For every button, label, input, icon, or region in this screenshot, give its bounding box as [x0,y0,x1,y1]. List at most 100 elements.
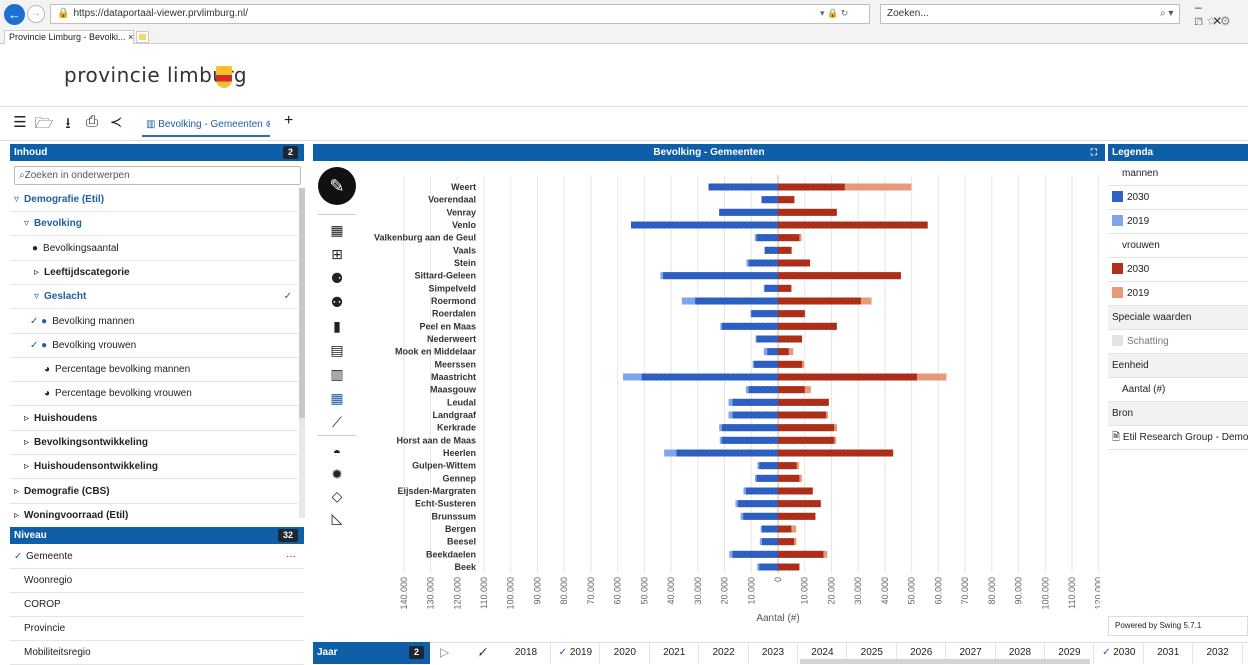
niveau-item-label: Gemeente [26,551,73,562]
line-chart-icon[interactable]: ⟋ [324,414,350,431]
close-icon[interactable]: ⊗ [266,119,270,130]
filter-check-icon[interactable]: ✓ [284,285,292,309]
browser-tools-icon[interactable]: ⌂☆⚙ [1196,14,1234,28]
menu-icon[interactable]: ☰ [10,113,30,131]
tree-item[interactable]: ▿ Bevolking [10,212,298,237]
category-label: Peel en Maas [419,321,476,331]
niveau-item[interactable]: COROP [10,593,304,617]
year-item[interactable]: 2032 [1194,642,1243,664]
niveau-item[interactable]: Provincie [10,617,304,641]
address-bar[interactable]: 🔒 https://dataportaal-viewer.prvlimburg.n… [50,4,870,24]
edit-pencil-icon[interactable]: ✎ [318,167,356,205]
category-label: Maastricht [431,372,476,382]
niveau-item[interactable]: Mobiliteitsregio [10,641,304,665]
tree-scrollbar-thumb[interactable] [299,188,305,418]
legend-item-men-2030[interactable]: 2030 [1108,186,1248,210]
multi-select-icon[interactable]: ✓̸ [478,646,487,659]
tree-item[interactable]: ● Bevolkingsaantal [10,237,298,261]
year-item[interactable]: 2018 [502,642,551,664]
tree-item-marker: ▿ [34,291,40,303]
tag-icon[interactable]: ◇ [324,488,350,505]
year-item[interactable]: 2031 [1144,642,1194,664]
bar-men-2030 [663,272,778,280]
year-item[interactable]: 2022 [700,642,749,664]
tree-item[interactable]: ▹ Demografie (CBS) [10,480,298,504]
bar-men-2030 [756,335,778,343]
niveau-item[interactable]: Woonregio [10,569,304,593]
forward-arrow-icon[interactable]: → [27,5,45,23]
bar-men-2030 [641,373,778,381]
share-icon[interactable]: ≺ [106,113,126,131]
more-icon[interactable]: ··· [286,545,296,569]
legend-item-women-2019[interactable]: 2019 [1108,282,1248,306]
tree-item-marker: ▿ [24,218,30,230]
x-tick-label: 120.000 [452,577,462,610]
new-tab-icon[interactable] [136,31,149,43]
bar-women-2030 [778,500,821,508]
year-count-badge: 2 [408,646,424,659]
tree-item-label: Geslacht [44,291,87,303]
niveau-item-label: Provincie [24,623,66,634]
bar-men-2030 [751,310,778,318]
print-icon[interactable]: ⎙ [82,113,102,130]
year-item[interactable]: 2021 [650,642,700,664]
legend-source[interactable]: 🗎 Etil Research Group - Demog [1108,426,1248,450]
tree-item[interactable]: ▿ Demografie (Etil) [10,188,298,212]
category-label: Nederweert [427,334,476,344]
year-item[interactable]: 2020 [601,642,650,664]
add-tab-button[interactable]: + [284,112,293,130]
gear-icon[interactable]: ✹ [324,466,350,483]
scatter-chart-icon[interactable]: ⚉ [324,294,350,311]
table-icon[interactable]: ▦ [324,222,350,239]
stacked-bar-icon[interactable]: ▤ [324,342,350,359]
year-label: 2019 [569,647,593,658]
timeline-scrollbar[interactable] [800,659,1090,664]
tree-item[interactable]: ✓ ● Bevolking mannen [10,310,298,334]
download-icon[interactable]: ⭳ [58,113,78,138]
column-chart-icon[interactable]: ▥ [324,366,350,383]
year-item[interactable]: ✓ 2019 [551,642,601,664]
tree-item[interactable]: ▿ Geslacht ✓ [10,285,298,310]
tree-item[interactable]: ◕ Percentage bevolking vrouwen [10,382,298,407]
bar-women-2030 [778,563,800,571]
category-label: Beesel [447,537,476,547]
search-icon[interactable]: ⌕ ▾ [1160,8,1173,19]
bar-women-2030 [778,373,917,381]
pivot-table-icon[interactable]: ⊞ [324,246,350,263]
tree-item-marker: ▹ [34,266,40,278]
tree-item[interactable]: ▹ Bevolkingsontwikkeling [10,431,298,455]
bar-women-2030 [778,360,803,368]
year-item[interactable]: ✓ 2030 [1095,642,1144,664]
tree-item[interactable]: ▹ Huishoudensontwikkeling [10,455,298,480]
legend-header: Legenda [1108,144,1248,161]
bubble-chart-icon[interactable]: ⚈ [324,270,350,287]
tree-item[interactable]: ▹ Leeftijdscategorie [10,261,298,285]
bar-chart-icon[interactable]: ▮ [324,318,350,335]
legend-item-men-2019[interactable]: 2019 [1108,210,1248,234]
tree-item[interactable]: ◕ Percentage bevolking mannen [10,358,298,383]
expand-icon[interactable]: ⛶ [1091,144,1097,161]
tree-item[interactable]: ▹ Woningvoorraad (Etil) [10,504,298,528]
niveau-item[interactable]: ✓ Gemeente ··· [10,545,304,569]
palette-icon[interactable]: ◓ [324,444,350,460]
legend-item-women-2030[interactable]: 2030 [1108,258,1248,282]
back-arrow-icon[interactable]: ← [4,4,25,25]
document-tab-label: Bevolking - Gemeenten [158,119,263,130]
topic-search-input[interactable]: ⌕Zoeken in onderwerpen [14,166,301,185]
category-label: Sittard-Geleen [414,271,476,281]
open-folder-icon[interactable]: 🗁 [34,113,54,138]
tree-item[interactable]: ✓ ● Bevolking vrouwen [10,334,298,358]
document-tab[interactable]: ▥ Bevolking - Gemeenten ⊗ [142,113,270,137]
triangle-ruler-icon[interactable]: ◺ [324,510,350,527]
tree-item-label: Percentage bevolking vrouwen [55,388,192,400]
play-icon[interactable]: ▷ [440,645,449,659]
pyramid-chart-icon[interactable]: ▦ [324,390,350,407]
tree-item-marker: ● [32,242,39,254]
legend-label: 2019 [1127,216,1150,227]
browser-tab[interactable]: Provincie Limburg - Bevolki... × [4,30,134,44]
year-item[interactable]: 2023 [749,642,798,664]
tree-item[interactable]: ▹ Huishoudens [10,407,298,431]
refresh-icon[interactable]: ▾ 🔒 ↻ [820,8,848,19]
browser-search-input[interactable]: Zoeken... [880,4,1180,24]
x-tick-label: 70.000 [586,577,596,605]
